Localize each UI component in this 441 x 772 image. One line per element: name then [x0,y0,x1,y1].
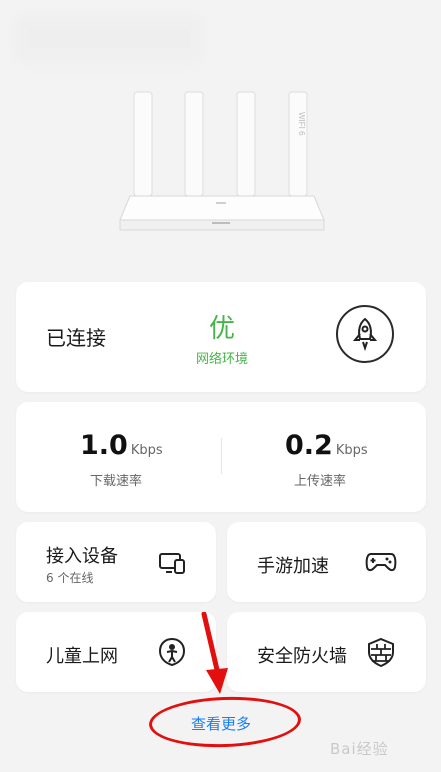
speed-divider [221,438,222,474]
tile-game-boost[interactable]: 手游加速 [227,522,426,602]
annotation-arrow [201,612,228,694]
child-icon [156,636,188,668]
upload-value: 0.2 [285,430,333,461]
devices-icon [156,547,188,579]
connection-status: 已连接 [46,326,106,350]
download-speed: 1.0 Kbps [80,430,163,461]
firewall-shield-icon [365,636,397,668]
upload-unit: Kbps [335,443,368,458]
download-label: 下载速率 [90,474,143,489]
boost-button[interactable] [336,305,394,363]
gamepad-icon [365,546,397,578]
watermark-logo: Bai经验 [330,740,389,758]
download-value: 1.0 [80,430,128,461]
tile-kids-internet[interactable]: 儿童上网 [16,612,216,692]
tile-devices-sub: 6 个在线 [46,571,94,585]
network-quality-value: 优 [208,314,235,344]
upload-label: 上传速率 [294,474,347,489]
annotation-circle [148,694,302,750]
router-image: WIFI 6 [118,88,326,236]
header-blur [14,14,204,62]
router-brand-text: WIFI 6 [297,112,306,136]
tile-firewall[interactable]: 安全防火墙 [227,612,426,692]
tile-connected-devices[interactable]: 接入设备 6 个在线 [16,522,216,602]
tile-game-label: 手游加速 [257,556,329,577]
download-unit: Kbps [130,443,163,458]
upload-speed: 0.2 Kbps [285,430,368,461]
tile-kids-label: 儿童上网 [46,646,118,667]
rocket-icon [352,317,378,351]
tile-devices-label: 接入设备 [46,546,118,567]
tile-firewall-label: 安全防火墙 [257,646,347,667]
network-quality-label: 网络环境 [195,352,248,367]
